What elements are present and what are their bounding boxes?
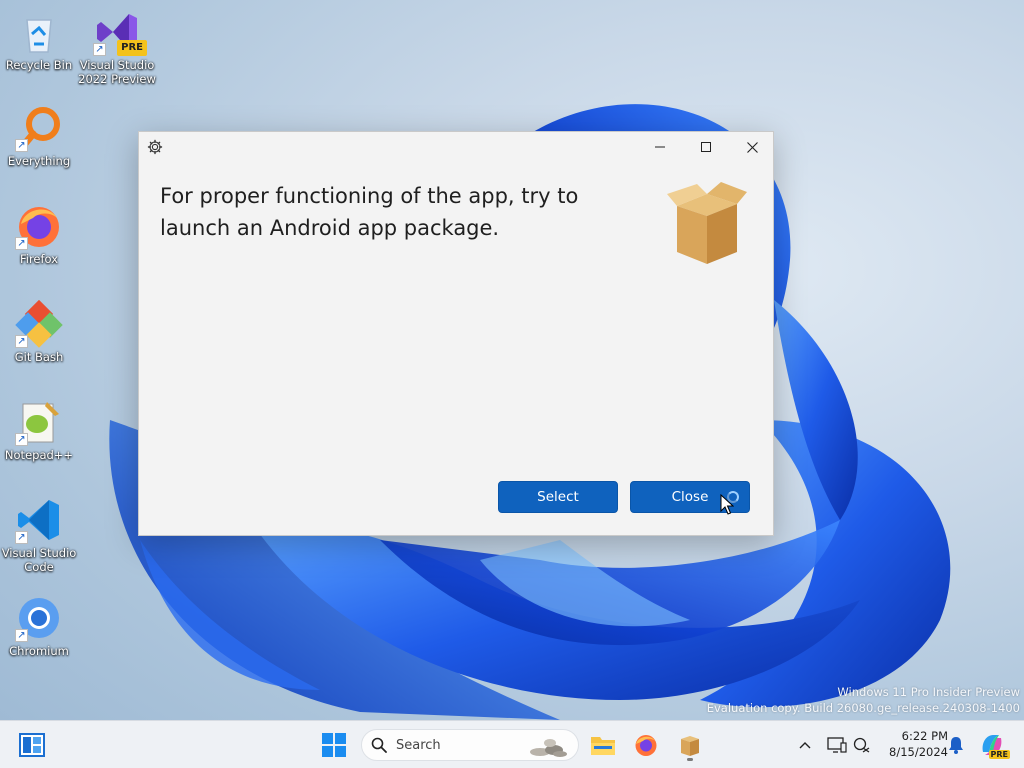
dialog-titlebar[interactable]	[139, 132, 773, 162]
shortcut-arrow-icon: ↗	[15, 531, 28, 544]
desktop-icon-label: Visual Studio Code	[1, 546, 77, 574]
minimize-button[interactable]	[637, 132, 683, 162]
taskbar: Search 6:22 PM 8/15/2024 PRE	[0, 720, 1024, 768]
taskbar-file-explorer[interactable]	[587, 729, 619, 761]
chevron-up-icon	[799, 742, 811, 749]
desktop-icon-everything[interactable]: ↗ Everything	[0, 104, 78, 168]
running-indicator	[687, 758, 693, 761]
shortcut-arrow-icon: ↗	[15, 237, 28, 250]
network-icon	[853, 737, 870, 753]
search-icon	[371, 737, 387, 753]
maximize-icon	[701, 142, 711, 152]
desktop-icon-label: Git Bash	[14, 350, 64, 364]
shortcut-arrow-icon: ↗	[15, 335, 28, 348]
taskbar-search-box[interactable]: Search	[361, 729, 579, 761]
close-button-label: Close	[671, 489, 709, 505]
desktop-icon-git-bash[interactable]: ↗ Git Bash	[0, 299, 78, 364]
package-box-icon	[681, 736, 699, 756]
taskbar-firefox[interactable]	[630, 729, 662, 761]
select-button[interactable]: Select	[498, 481, 618, 513]
search-highlight-stones-icon	[530, 739, 567, 757]
widgets-button[interactable]	[16, 729, 48, 761]
android-package-dialog: For proper functioning of the app, try t…	[138, 131, 774, 536]
close-icon	[746, 141, 758, 153]
recycle-bin-icon	[26, 19, 52, 53]
pre-badge: PRE	[988, 750, 1010, 759]
desktop-icon-firefox[interactable]: ↗ Firefox	[0, 202, 78, 266]
gear-icon[interactable]	[147, 139, 163, 155]
copilot-button[interactable]: PRE	[976, 729, 1010, 761]
pre-badge: PRE	[117, 40, 147, 56]
desktop-icon-label: Everything	[7, 154, 71, 168]
windows-start-icon	[322, 733, 346, 757]
notifications-button[interactable]	[940, 729, 972, 761]
desktop-icon-label: Recycle Bin	[5, 58, 73, 72]
search-placeholder: Search	[396, 737, 441, 753]
bell-icon	[949, 737, 963, 754]
desktop-icon-vscode[interactable]: ↗ Visual Studio Code	[0, 496, 78, 574]
clock-time: 6:22 PM	[901, 729, 948, 743]
desktop-icon-notepad-plus-plus[interactable]: ↗ Notepad++	[0, 398, 78, 462]
shortcut-arrow-icon: ↗	[15, 139, 28, 152]
windows-watermark: Windows 11 Pro Insider Preview Evaluatio…	[707, 684, 1020, 716]
desktop-icon-visual-studio-preview[interactable]: PRE ↗ Visual Studio 2022 Preview	[78, 8, 156, 86]
desktop-icon-label: Chromium	[9, 644, 69, 658]
minimize-icon	[655, 146, 665, 148]
taskbar-package-installer[interactable]	[674, 729, 706, 761]
start-button[interactable]	[318, 729, 350, 761]
package-box-icon	[667, 182, 747, 264]
desktop-icon-recycle-bin[interactable]: Recycle Bin	[0, 8, 78, 72]
desktop-icon-label: Firefox	[19, 252, 59, 266]
window-close-button[interactable]	[729, 132, 775, 162]
maximize-button[interactable]	[683, 132, 729, 162]
dialog-message: For proper functioning of the app, try t…	[160, 184, 579, 240]
file-explorer-icon	[591, 737, 615, 755]
shortcut-arrow-icon: ↗	[15, 629, 28, 642]
display-icon	[827, 737, 847, 753]
desktop-icon-label: Notepad++	[4, 448, 74, 462]
watermark-line-2: Evaluation copy. Build 26080.ge_release.…	[706, 701, 1020, 715]
shortcut-arrow-icon: ↗	[93, 43, 106, 56]
show-hidden-icons-button[interactable]	[789, 729, 821, 761]
desktop-icon-label: Visual Studio 2022 Preview	[78, 58, 156, 86]
network-tray-button[interactable]	[846, 729, 878, 761]
firefox-icon	[635, 735, 657, 756]
taskbar-clock[interactable]: 6:22 PM 8/15/2024	[876, 728, 948, 760]
mouse-cursor-icon	[720, 494, 734, 515]
desktop-icon-chromium[interactable]: ↗ Chromium	[0, 594, 78, 658]
shortcut-arrow-icon: ↗	[15, 433, 28, 446]
clock-date: 8/15/2024	[889, 745, 948, 759]
widgets-icon	[19, 733, 45, 757]
watermark-line-1: Windows 11 Pro Insider Preview	[837, 685, 1020, 699]
